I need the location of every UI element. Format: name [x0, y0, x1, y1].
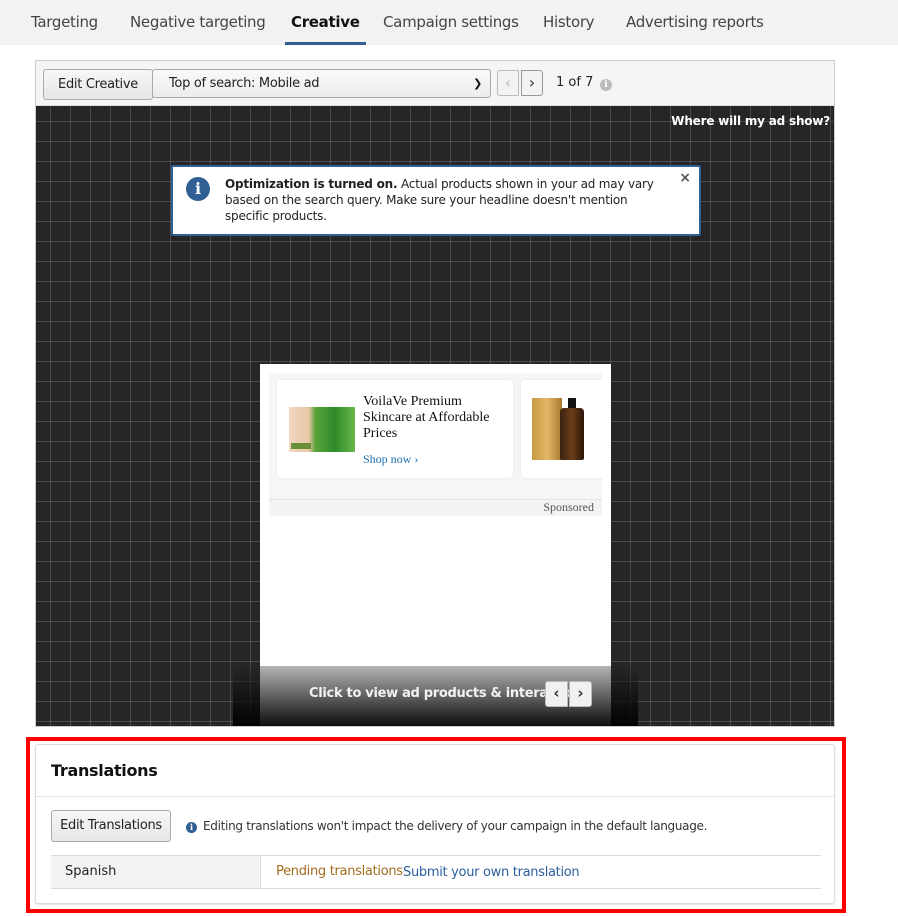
tab-campaign-settings[interactable]: Campaign settings [383, 0, 519, 45]
tab-targeting[interactable]: Targeting [31, 0, 98, 45]
alert-message: Optimization is turned on. Actual produc… [225, 176, 665, 224]
translations-title: Translations [51, 761, 158, 780]
sponsored-label: Sponsored [543, 500, 594, 514]
overlay-prev-button[interactable]: ‹ [545, 681, 568, 707]
ad-preview-canvas: Where will my ad show? i Optimization is… [36, 106, 834, 726]
ad-card-product[interactable] [521, 380, 602, 478]
placement-select-value: Top of search: Mobile ad [169, 76, 320, 91]
preview-overlay: Click to view ad products & interaction … [233, 666, 638, 726]
close-icon[interactable]: × [679, 170, 691, 186]
translations-panel: Translations Edit Translations i Editing… [35, 744, 835, 904]
tab-history[interactable]: History [543, 0, 595, 45]
sponsored-bar: Sponsored [269, 499, 602, 516]
page-indicator: 1 of 7 [556, 75, 594, 90]
optimization-alert: i Optimization is turned on. Actual prod… [171, 165, 701, 236]
ad-headline: VoilaVe Premium Skincare at Affordable P… [363, 394, 490, 441]
edit-creative-button[interactable]: Edit Creative [43, 69, 153, 100]
chevron-right-icon: › [528, 73, 536, 92]
info-icon[interactable]: i [600, 79, 612, 91]
divider [36, 796, 834, 797]
where-will-my-ad-show-link[interactable]: Where will my ad show? [671, 114, 830, 128]
chevron-left-icon: ‹ [504, 73, 512, 92]
product-box [532, 398, 562, 460]
tab-negative-targeting[interactable]: Negative targeting [130, 0, 266, 45]
tab-creative[interactable]: Creative [285, 0, 366, 45]
overlay-next-button[interactable]: › [569, 681, 592, 707]
translations-table: Spanish Pending translations Submit your… [51, 855, 821, 889]
product-bottle [560, 398, 584, 460]
chevron-down-icon: ❯ [473, 77, 482, 90]
tab-advertising-reports[interactable]: Advertising reports [626, 0, 764, 45]
info-icon: i [186, 177, 210, 201]
creative-panel: Edit Creative Top of search: Mobile ad ❯… [35, 60, 835, 727]
info-icon: i [186, 822, 197, 833]
creative-toolbar: Edit Creative Top of search: Mobile ad ❯… [36, 61, 834, 106]
ad-carousel: VoilaVe Premium Skincare at Affordable P… [269, 373, 602, 516]
brand-logo-image [289, 407, 355, 452]
product-image [532, 394, 592, 462]
chevron-right-icon: › [577, 684, 584, 702]
campaign-tabs: Targeting Negative targeting Creative Ca… [0, 0, 898, 45]
placement-select[interactable]: Top of search: Mobile ad ❯ [152, 69, 491, 98]
language-name: Spanish [51, 856, 261, 888]
alert-title: Optimization is turned on. [225, 177, 398, 191]
next-placement-button[interactable]: › [521, 70, 543, 96]
ad-card-brand[interactable]: VoilaVe Premium Skincare at Affordable P… [277, 380, 513, 478]
translation-status: Pending translations [276, 864, 403, 879]
submit-translation-link[interactable]: Submit your own translation [403, 856, 580, 889]
view-ad-interaction-link[interactable]: Click to view ad products & interaction [309, 686, 583, 701]
previous-placement-button[interactable]: ‹ [497, 70, 519, 96]
translations-note: Editing translations won't impact the de… [203, 819, 708, 833]
shop-now-link[interactable]: Shop now › [363, 452, 418, 467]
edit-translations-button[interactable]: Edit Translations [51, 810, 171, 842]
chevron-left-icon: ‹ [553, 684, 560, 702]
